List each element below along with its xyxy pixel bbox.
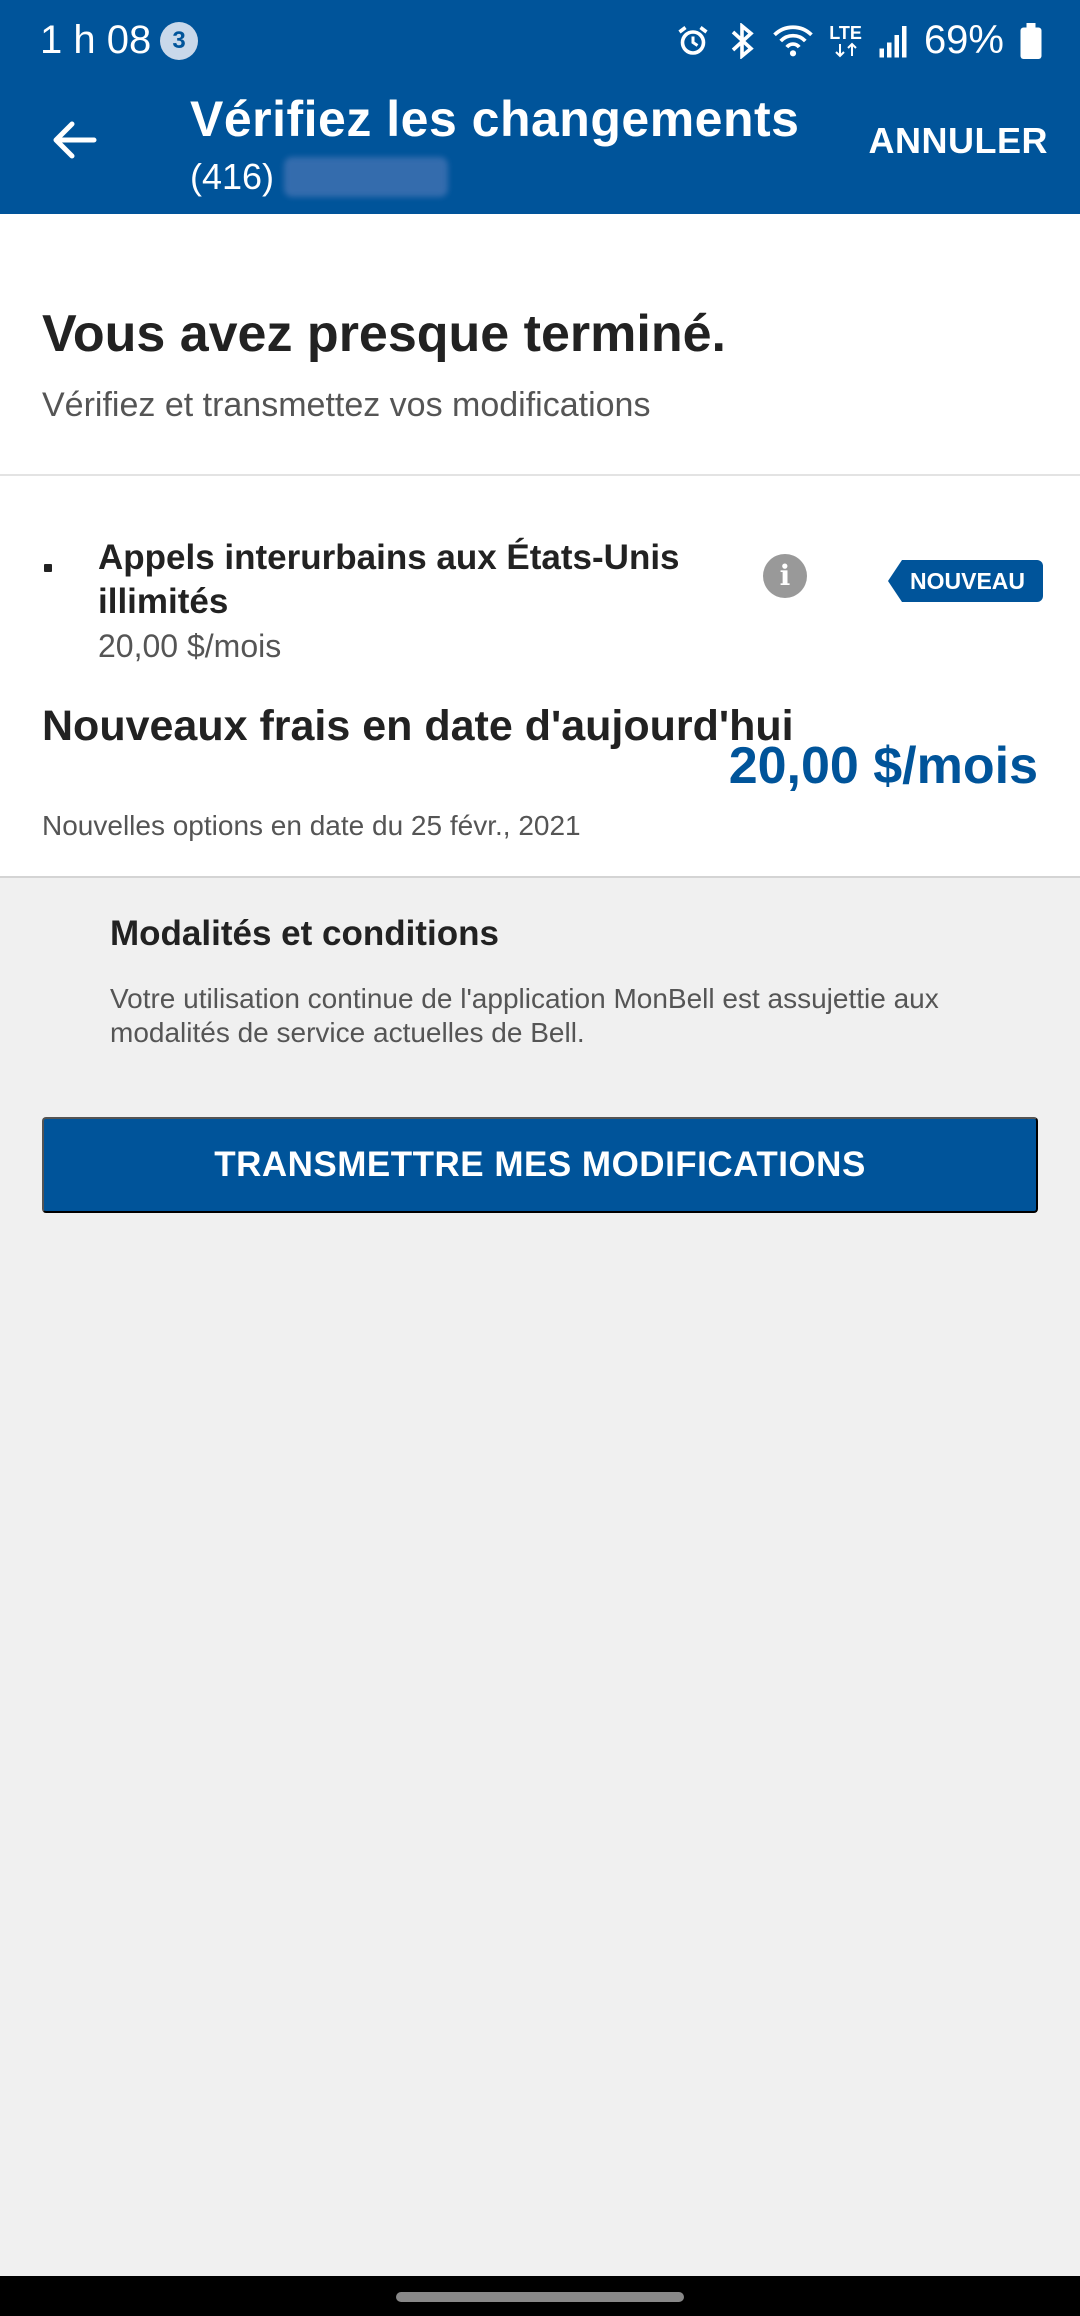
notification-count-badge: 3 (160, 22, 198, 60)
info-icon[interactable]: i (763, 554, 807, 598)
bluetooth-icon (727, 22, 757, 59)
feature-name: Appels interurbains aux États-Unis illim… (98, 538, 680, 621)
lte-label: LTE (829, 22, 862, 43)
battery-percent: 69% (923, 18, 1004, 62)
new-badge: NOUVEAU (888, 560, 1044, 602)
feature-item: Appels interurbains aux États-Unis illim… (0, 524, 1080, 674)
phone-area-code: (416) (190, 156, 275, 197)
new-fees-date: Nouvelles options en date du 25 févr., 2… (42, 810, 581, 841)
navigation-bar (0, 2276, 1080, 2316)
card-divider (0, 876, 1080, 878)
terms-title: Modalités et conditions (110, 914, 499, 953)
status-icons: LTE 69% (675, 18, 1042, 63)
lte-icon: LTE (829, 24, 862, 58)
submit-changes-button[interactable]: TRANSMETTRE MES MODIFICATIONS (42, 1117, 1038, 1213)
alarm-icon (675, 23, 711, 59)
top-bar: 1 h 08 3 LTE 69% Vérifiez les changement… (0, 0, 1080, 214)
summary-subhead: Vérifiez et transmettez vos modification… (42, 386, 651, 424)
feature-price: 20,00 $/mois (98, 628, 282, 664)
status-time: 1 h 08 (40, 18, 152, 62)
cancel-button[interactable]: ANNULER (869, 120, 1049, 162)
terms-body: Votre utilisation continue de l'applicat… (110, 983, 939, 1048)
wifi-icon (773, 23, 814, 59)
back-arrow-icon (53, 121, 97, 159)
new-fees-label: Nouveaux frais en date d'aujourd'hui (42, 702, 794, 750)
divider (0, 474, 1080, 476)
back-button[interactable] (44, 110, 104, 170)
signal-icon (878, 24, 908, 58)
phone-number: (416) (190, 156, 449, 198)
new-fees-amount: 20,00 $/mois (728, 737, 1038, 795)
app-bar: Vérifiez les changements (416) ANNULER (0, 80, 1080, 214)
status-bar: 1 h 08 3 LTE 69% (0, 0, 1080, 80)
page-title: Vérifiez les changements (190, 91, 800, 147)
battery-icon (1020, 22, 1042, 59)
phone-number-redacted (284, 157, 449, 197)
summary-headline: Vous avez presque terminé. (42, 305, 726, 363)
bullet (44, 564, 52, 572)
review-card: Vous avez presque terminé. Vérifiez et t… (0, 214, 1080, 876)
home-gesture-handle[interactable] (396, 2292, 684, 2302)
